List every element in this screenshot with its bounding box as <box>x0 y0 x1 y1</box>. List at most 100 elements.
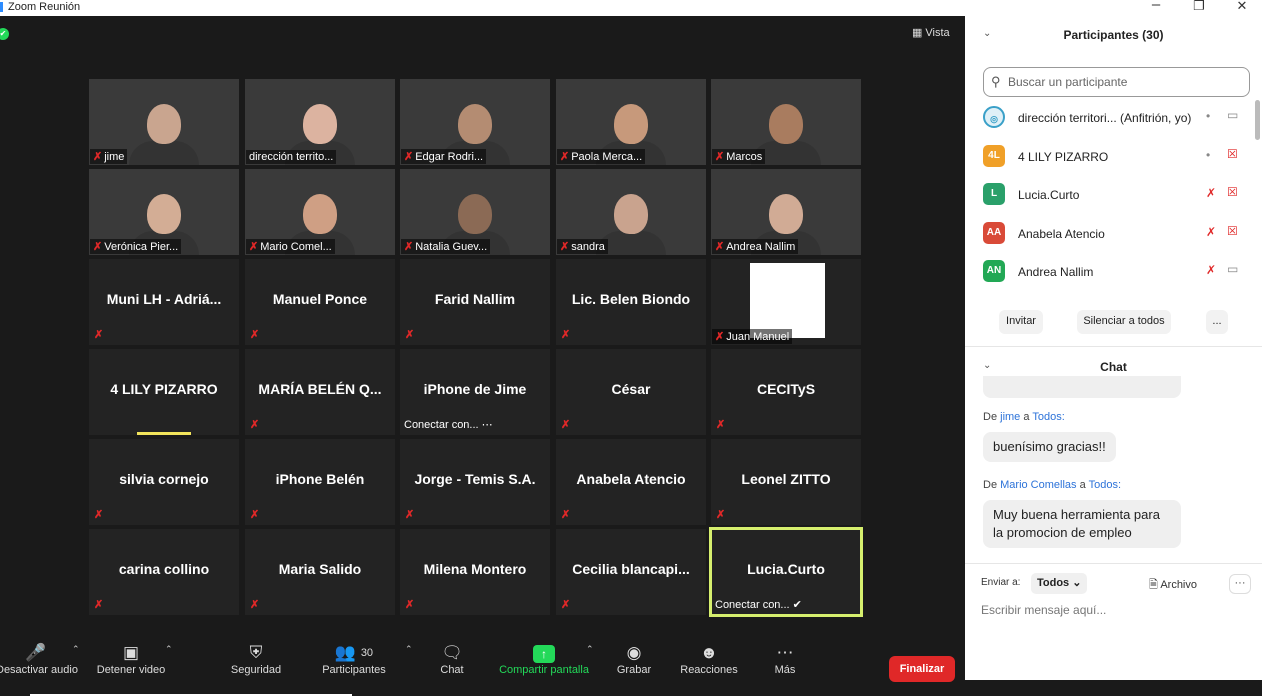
connect-audio-status[interactable]: Conectar con... ⋯ <box>404 418 493 431</box>
participant-tile[interactable]: Leonel ZITTO ✗ <box>711 439 861 525</box>
end-meeting-button[interactable]: Finalizar <box>889 656 955 682</box>
muted-mic-icon: ✗ <box>715 241 725 253</box>
minimize-button[interactable]: – <box>1141 0 1171 13</box>
security-button[interactable]: ⛨ Seguridad <box>226 642 286 676</box>
participant-tile[interactable]: Lic. Belen Biondo ✗ <box>556 259 706 345</box>
share-screen-button[interactable]: ↑ Compartir pantalla <box>494 642 594 676</box>
participant-tile[interactable]: carina collino ✗ <box>89 529 239 615</box>
participants-more-button[interactable]: ... <box>1206 310 1228 334</box>
participant-name: Milena Montero <box>423 561 527 577</box>
participant-tile[interactable]: Lucia.Curto Conectar con... ✔ <box>709 527 863 617</box>
participant-tile[interactable]: CECITyS ✗ <box>711 349 861 435</box>
message-recipient[interactable]: Todos: <box>1032 411 1064 423</box>
chat-message-meta: De jime a Todos: <box>983 411 1065 423</box>
participant-name-label: ✗ Andrea Nallim <box>712 239 799 254</box>
participant-tile[interactable]: ✗ Marcos <box>711 79 861 165</box>
send-to-label: Enviar a: <box>981 577 1021 588</box>
restore-button[interactable]: ❐ <box>1184 0 1214 14</box>
participant-row[interactable]: ◎ dirección territori... (Anfitrión, yo) •… <box>965 102 1262 134</box>
participant-name: Leonel ZITTO <box>741 471 831 487</box>
participant-tile[interactable]: Muni LH - Adriá... ✗ <box>89 259 239 345</box>
video-person-body <box>129 141 199 165</box>
more-button[interactable]: ⋯ Más <box>768 642 802 676</box>
participant-tile[interactable]: ✗ Verónica Pier... <box>89 169 239 255</box>
message-recipient[interactable]: Todos: <box>1089 479 1121 491</box>
participant-tile[interactable]: 4 LILY PIZARRO <box>89 349 239 435</box>
participant-tile[interactable]: Milena Montero ✗ <box>400 529 550 615</box>
participant-tile[interactable]: Cecilia blancapi... ✗ <box>556 529 706 615</box>
video-off-icon[interactable]: ☒ <box>1227 147 1238 161</box>
participant-row[interactable]: L Lucia.Curto ✗ ☒ <box>965 179 1262 211</box>
video-person-face <box>614 104 648 144</box>
participant-row[interactable]: AA Anabela Atencio ✗ ☒ <box>965 218 1262 250</box>
participant-tile[interactable]: ✗ Juan Manuel <box>711 259 861 345</box>
participant-row[interactable]: 4L 4 LILY PIZARRO • ☒ <box>965 141 1262 173</box>
file-button[interactable]: 🗎 Archivo <box>1149 576 1197 595</box>
muted-mic-icon[interactable]: ✗ <box>1206 225 1216 239</box>
participant-tile[interactable]: silvia cornejo ✗ <box>89 439 239 525</box>
participant-tile[interactable]: ✗ Edgar Rodri... <box>400 79 550 165</box>
participant-tile[interactable]: iPhone de Jime Conectar con... ⋯ <box>400 349 550 435</box>
video-off-icon[interactable]: ☒ <box>1227 224 1238 238</box>
participant-tile[interactable]: iPhone Belén ✗ <box>245 439 395 525</box>
video-camera-icon: ▣ <box>122 643 140 662</box>
mute-all-button[interactable]: Silenciar a todos <box>1077 310 1171 334</box>
video-button[interactable]: ▣ Detener video <box>92 642 170 676</box>
avatar: 4L <box>983 144 1005 167</box>
chat-message-input[interactable]: Escribir mensaje aquí... <box>981 603 1106 617</box>
participant-tile[interactable]: Manuel Ponce ✗ <box>245 259 395 345</box>
send-to-dropdown[interactable]: Todos ⌄ <box>1031 573 1088 594</box>
participant-list-scrollbar[interactable] <box>1255 100 1260 140</box>
muted-mic-icon[interactable]: ✗ <box>1206 186 1216 200</box>
muted-mic-icon: ✗ <box>561 419 571 431</box>
participant-tile[interactable]: Anabela Atencio ✗ <box>556 439 706 525</box>
participant-name: Muni LH - Adriá... <box>106 291 222 307</box>
muted-mic-icon: ✗ <box>405 509 415 521</box>
participant-name: Maria Salido <box>278 561 362 577</box>
participant-name: dirección territo... <box>249 151 334 163</box>
microphone-icon[interactable]: • <box>1206 109 1210 123</box>
view-button[interactable]: ▦ Vista <box>912 26 950 40</box>
chat-bubble-icon: 🗨 <box>441 643 463 662</box>
chat-button[interactable]: 🗨 Chat <box>432 642 472 676</box>
participant-tile[interactable]: César ✗ <box>556 349 706 435</box>
participant-tile[interactable]: ✗ sandra <box>556 169 706 255</box>
panel-divider <box>965 346 1262 347</box>
participant-tile[interactable]: ✗ Mario Comel... <box>245 169 395 255</box>
record-button[interactable]: ◉ Grabar <box>612 642 656 676</box>
chat-previous-message-bubble <box>983 376 1181 398</box>
participant-row[interactable]: AN Andrea Nallim ✗ ▭ <box>965 256 1262 288</box>
speaking-indicator <box>137 432 191 435</box>
video-off-icon[interactable]: ☒ <box>1227 185 1238 199</box>
invite-button[interactable]: Invitar <box>999 310 1043 334</box>
participant-tile[interactable]: ✗ Andrea Nallim <box>711 169 861 255</box>
participant-tile[interactable]: ✗ Paola Merca... <box>556 79 706 165</box>
muted-mic-icon: ✗ <box>715 151 725 163</box>
muted-mic-icon: ✗ <box>94 509 104 521</box>
message-sender[interactable]: Mario Comellas <box>1000 479 1076 491</box>
muted-mic-icon[interactable]: ✗ <box>1206 263 1216 277</box>
participant-tile[interactable]: ✗ jime <box>89 79 239 165</box>
participant-tile[interactable]: Maria Salido ✗ <box>245 529 395 615</box>
microphone-icon[interactable]: • <box>1206 148 1210 162</box>
muted-mic-icon: ✗ <box>716 419 726 431</box>
message-sender[interactable]: jime <box>1000 411 1020 423</box>
muted-mic-icon: ✗ <box>715 331 725 343</box>
participant-tile[interactable]: dirección territo... <box>245 79 395 165</box>
encryption-shield-icon[interactable]: ✔ <box>0 28 9 40</box>
participants-button[interactable]: 👥 30 Participantes <box>318 642 390 676</box>
connect-audio-status[interactable]: Conectar con... ✔ <box>715 598 802 611</box>
participant-tile[interactable]: MARÍA BELÉN Q... ✗ <box>245 349 395 435</box>
chat-more-button[interactable]: ··· <box>1229 574 1251 594</box>
close-button[interactable]: ✕ <box>1227 0 1257 14</box>
participant-tile[interactable]: Jorge - Temis S.A. ✗ <box>400 439 550 525</box>
participant-tile[interactable]: Farid Nallim ✗ <box>400 259 550 345</box>
muted-mic-icon: ✗ <box>560 241 570 253</box>
reactions-button[interactable]: ☻ Reacciones <box>678 642 740 676</box>
participant-search-input[interactable]: ⚲ Buscar un participante <box>983 67 1250 97</box>
video-camera-icon[interactable]: ▭ <box>1227 262 1238 276</box>
video-person-face <box>614 194 648 234</box>
video-camera-icon[interactable]: ▭ <box>1227 108 1238 122</box>
audio-button[interactable]: 🎤 Desactivar audio <box>0 642 78 676</box>
participant-tile[interactable]: ✗ Natalia Guev... <box>400 169 550 255</box>
